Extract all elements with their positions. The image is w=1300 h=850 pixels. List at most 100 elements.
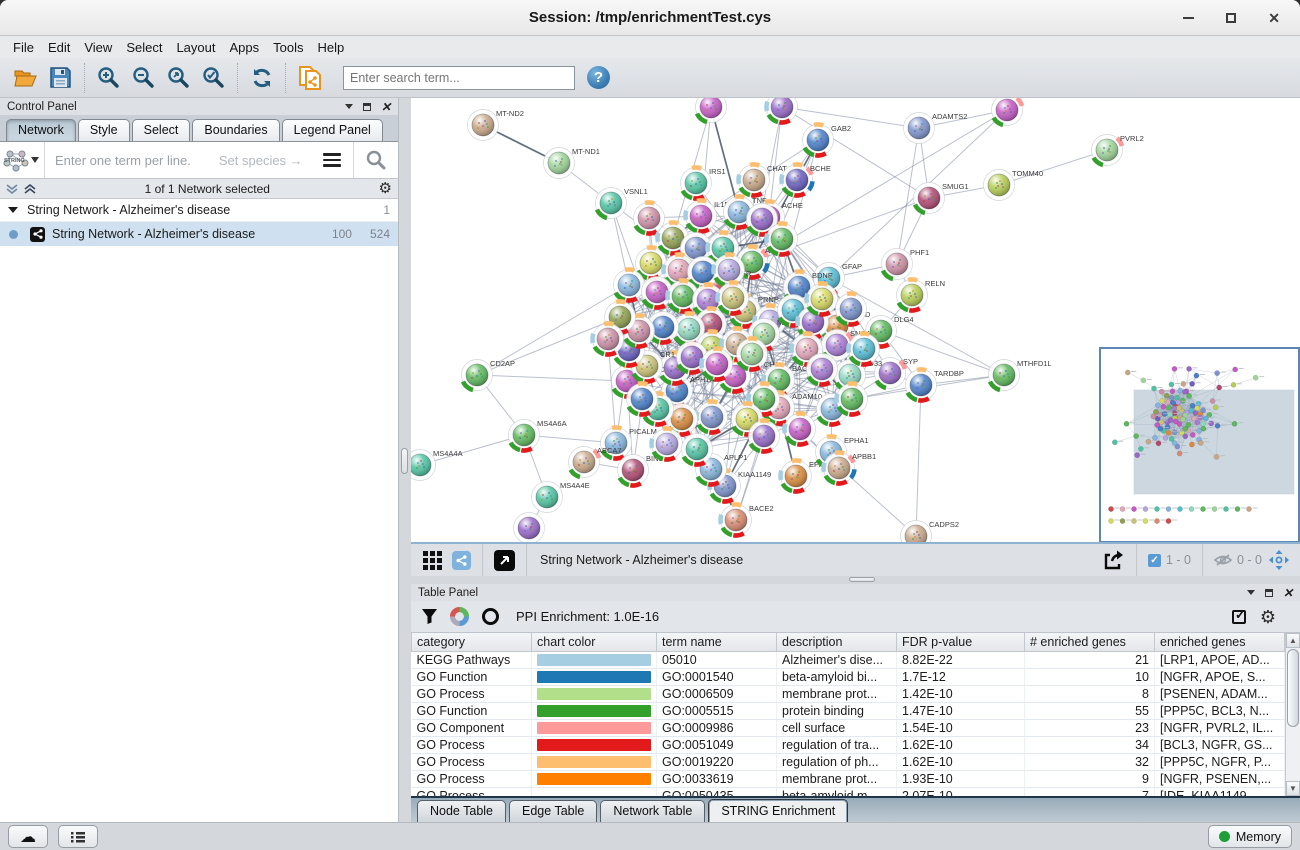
zoom-out-button[interactable] bbox=[126, 61, 161, 94]
network-node[interactable] bbox=[848, 333, 879, 364]
splitter-handle[interactable] bbox=[401, 448, 408, 474]
network-node[interactable]: IRS1 bbox=[681, 167, 726, 199]
panel-float-icon[interactable] bbox=[1265, 589, 1273, 597]
string-datasource-selector[interactable]: STRING bbox=[0, 142, 45, 178]
navigator-icon[interactable] bbox=[1268, 549, 1290, 571]
species-hint[interactable]: Set species → bbox=[219, 153, 303, 168]
network-node[interactable] bbox=[766, 98, 797, 123]
network-node[interactable]: MT-ND1 bbox=[544, 147, 600, 179]
network-node[interactable] bbox=[627, 383, 658, 414]
network-node[interactable] bbox=[592, 323, 623, 354]
network-node[interactable]: RELN bbox=[897, 279, 946, 311]
network-node[interactable]: MTHFD1L bbox=[989, 359, 1052, 391]
network-node[interactable]: PHF1 bbox=[882, 248, 930, 280]
table-row[interactable]: GO FunctionGO:0005515protein binding1.47… bbox=[412, 702, 1285, 719]
collapse-all-icon[interactable] bbox=[6, 183, 18, 195]
open-in-new-icon[interactable] bbox=[494, 550, 515, 571]
network-node[interactable] bbox=[806, 283, 837, 314]
close-button[interactable]: ✕ bbox=[1268, 13, 1280, 23]
network-node[interactable]: ABCA7 bbox=[569, 446, 622, 478]
table-row[interactable]: GO ComponentGO:0009986cell surface1.54E-… bbox=[412, 719, 1285, 736]
table-row[interactable]: GO ProcessGO:0033619membrane prot...1.93… bbox=[412, 770, 1285, 787]
network-node[interactable]: MS4A4A bbox=[411, 449, 463, 481]
menu-item-help[interactable]: Help bbox=[311, 40, 352, 55]
scroll-down-icon[interactable]: ▼ bbox=[1286, 781, 1300, 796]
network-node[interactable]: CD2AP bbox=[462, 359, 516, 391]
menu-item-apps[interactable]: Apps bbox=[223, 40, 267, 55]
network-node[interactable]: MS4A4E bbox=[532, 481, 590, 513]
menu-item-layout[interactable]: Layout bbox=[169, 40, 222, 55]
tab-legend-panel[interactable]: Legend Panel bbox=[282, 119, 383, 141]
tab-string-enrichment[interactable]: STRING Enrichment bbox=[708, 799, 848, 824]
network-node[interactable] bbox=[682, 434, 713, 465]
column-header[interactable]: # enriched genes bbox=[1025, 633, 1155, 651]
tab-node-table[interactable]: Node Table bbox=[417, 800, 506, 824]
column-header[interactable]: FDR p-value bbox=[897, 633, 1025, 651]
tab-style[interactable]: Style bbox=[78, 119, 130, 141]
save-session-button[interactable] bbox=[43, 61, 78, 94]
help-icon[interactable]: ? bbox=[587, 66, 610, 89]
column-header[interactable]: enriched genes bbox=[1155, 633, 1285, 651]
table-row[interactable]: GO FunctionGO:0001540beta-amyloid bi...1… bbox=[412, 668, 1285, 685]
export-network-icon[interactable] bbox=[1103, 549, 1125, 571]
tab-boundaries[interactable]: Boundaries bbox=[192, 119, 279, 141]
network-node[interactable] bbox=[784, 413, 815, 444]
network-node[interactable] bbox=[836, 383, 867, 414]
network-node[interactable] bbox=[634, 202, 665, 233]
network-node[interactable]: BACE2 bbox=[720, 504, 773, 536]
network-node[interactable] bbox=[696, 401, 727, 432]
column-header[interactable]: chart color bbox=[532, 633, 657, 651]
menu-item-tools[interactable]: Tools bbox=[266, 40, 310, 55]
network-node[interactable]: BIN1 bbox=[618, 454, 663, 486]
string-query-placeholder[interactable]: Enter one term per line. bbox=[45, 153, 191, 168]
column-header[interactable]: description bbox=[777, 633, 897, 651]
network-row-selected[interactable]: String Network - Alzheimer's disease 100… bbox=[0, 222, 398, 246]
horizontal-splitter[interactable] bbox=[411, 576, 1300, 584]
network-node[interactable] bbox=[651, 428, 682, 459]
scrollbar-thumb[interactable] bbox=[1287, 649, 1299, 727]
menu-item-file[interactable]: File bbox=[6, 40, 41, 55]
expand-all-icon[interactable] bbox=[24, 183, 36, 195]
network-collection-row[interactable]: String Network - Alzheimer's disease 1 bbox=[0, 199, 398, 222]
menu-item-select[interactable]: Select bbox=[119, 40, 169, 55]
table-row[interactable]: GO ProcessGO:0050435beta-amyloid m...2.0… bbox=[412, 787, 1285, 796]
network-node[interactable] bbox=[717, 282, 748, 313]
refresh-button[interactable] bbox=[244, 61, 279, 94]
network-node[interactable] bbox=[836, 293, 867, 324]
network-node[interactable] bbox=[807, 354, 838, 385]
panel-float-icon[interactable] bbox=[363, 103, 371, 111]
maximize-button[interactable] bbox=[1226, 13, 1236, 23]
scroll-up-icon[interactable]: ▲ bbox=[1286, 633, 1300, 648]
gear-icon[interactable]: ⚙ bbox=[1260, 610, 1276, 624]
tab-edge-table[interactable]: Edge Table bbox=[509, 800, 597, 824]
search-input[interactable] bbox=[343, 66, 575, 90]
menu-item-view[interactable]: View bbox=[77, 40, 119, 55]
network-node[interactable] bbox=[737, 338, 768, 369]
column-header[interactable]: category bbox=[412, 633, 532, 651]
pie-chart-icon[interactable] bbox=[450, 607, 469, 626]
network-node[interactable]: TOMM40 bbox=[984, 169, 1044, 201]
splitter-handle[interactable] bbox=[849, 577, 875, 582]
memory-button[interactable]: Memory bbox=[1208, 825, 1292, 848]
import-network-button[interactable] bbox=[292, 61, 327, 94]
panel-close-icon[interactable]: ✕ bbox=[381, 103, 391, 111]
tab-network-table[interactable]: Network Table bbox=[600, 800, 705, 824]
zoom-fit-button[interactable] bbox=[161, 61, 196, 94]
table-row[interactable]: GO ProcessGO:0019220regulation of ph...1… bbox=[412, 753, 1285, 770]
network-node[interactable] bbox=[514, 513, 545, 543]
network-node[interactable] bbox=[992, 98, 1023, 126]
table-row[interactable]: GO ProcessGO:0006509membrane prot...1.42… bbox=[412, 685, 1285, 702]
network-node[interactable] bbox=[749, 420, 780, 451]
table-row[interactable]: KEGG Pathways05010Alzheimer's dise...8.8… bbox=[412, 651, 1285, 668]
network-node[interactable]: APBB1 bbox=[823, 452, 876, 484]
table-scrollbar[interactable]: ▲ ▼ bbox=[1285, 633, 1300, 796]
string-search-icon[interactable] bbox=[366, 150, 386, 170]
network-node[interactable]: MS4A6A bbox=[509, 419, 567, 451]
tree-expand-icon[interactable] bbox=[8, 207, 18, 213]
menu-item-edit[interactable]: Edit bbox=[41, 40, 77, 55]
query-options-icon[interactable] bbox=[323, 153, 341, 167]
filter-icon[interactable] bbox=[421, 608, 438, 625]
birds-eye-view[interactable] bbox=[1099, 347, 1300, 542]
network-node[interactable] bbox=[696, 98, 727, 123]
network-node[interactable] bbox=[766, 223, 797, 254]
